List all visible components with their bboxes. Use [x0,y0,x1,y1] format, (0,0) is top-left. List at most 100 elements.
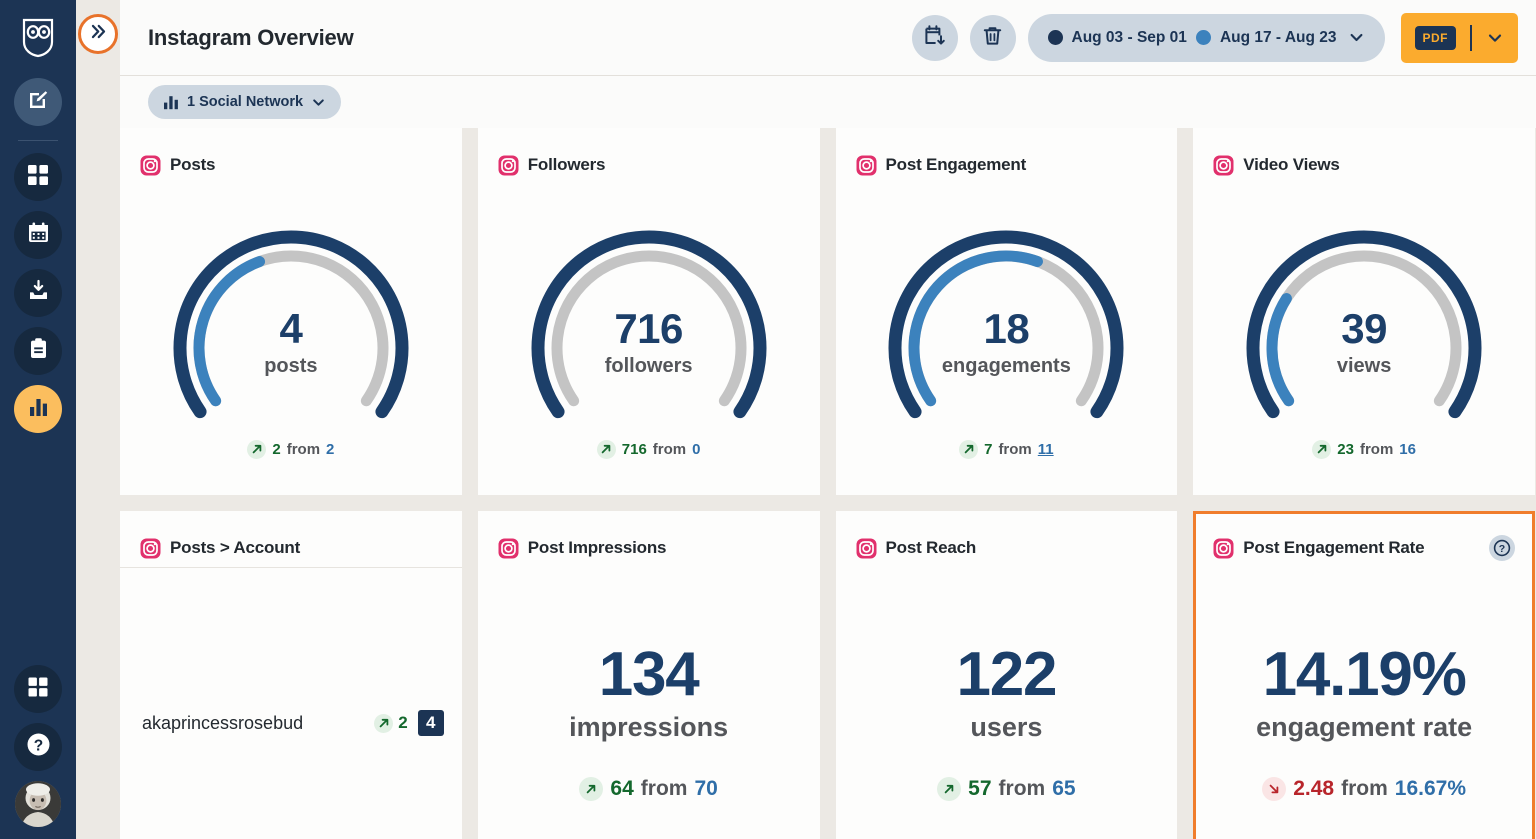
delta-from-label: from [653,441,686,458]
export-dropdown-chevron-down-icon[interactable] [1486,29,1504,47]
inbox-download-icon [27,279,50,307]
card-title: Post Engagement Rate [1243,538,1424,558]
analytics-dashboard: ? [0,0,1536,839]
card-header: Post Engagement Rate? [1193,511,1535,567]
metric-delta: 23from16 [1312,440,1416,459]
sidebar-item-streams[interactable] [14,153,62,201]
calendar-icon [27,221,50,249]
card-title: Posts > Account [170,538,300,558]
question-mark-icon: ? [26,732,51,762]
trend-down-icon [1262,777,1286,801]
card-title: Post Impressions [528,538,667,558]
metric-card-video-views[interactable]: Video Views 39views 23from16 [1193,128,1535,495]
metric-value: 134 [599,644,699,706]
metric-card-post-reach[interactable]: Post Reach122users57from65 [836,511,1178,839]
delta-change-value: 2 [272,441,280,458]
comparison-date-range: Aug 17 - Aug 23 [1220,29,1337,47]
instagram-icon [856,538,877,559]
metrics-grid-scroll[interactable]: Posts4posts2from2Followers716followers71… [120,128,1536,839]
list-item[interactable]: akaprincessrosebud 24 [142,710,444,736]
sidebar-item-inbox[interactable] [14,269,62,317]
pdf-label: PDF [1415,26,1457,50]
metric-card-posts[interactable]: Posts 4posts 2from2 [120,128,462,495]
delta-change-value: 716 [622,441,647,458]
metric-unit: impressions [569,712,728,743]
metric-card-post-engagement[interactable]: Post Engagement18engagements7from11 [836,128,1178,495]
sidebar-item-apps[interactable] [14,665,62,713]
dashboard-header: Instagram Overview [120,0,1536,76]
delta-previous-value: 70 [694,777,717,801]
card-title: Post Engagement [886,155,1027,175]
hootsuite-owl-logo[interactable] [0,0,76,76]
metric-value: 122 [956,644,1056,706]
account-name: akaprincessrosebud [142,713,364,734]
date-range-selector[interactable]: Aug 03 - Sep 01 Aug 17 - Aug 23 [1028,14,1385,62]
rail-edge-strip [76,0,120,839]
metric-card-followers[interactable]: Followers716followers716from0 [478,128,820,495]
card-header: Post Impressions [478,511,820,567]
svg-text:?: ? [33,737,42,754]
delta-previous-value: 65 [1052,777,1075,801]
account-delta: 2 [374,713,407,733]
metric-card-posts-account[interactable]: Posts > Account akaprincessrosebud 24 [120,511,462,839]
metric-delta: 2.48from16.67% [1262,777,1466,801]
delta-change-value: 2 [398,713,407,733]
gauge-chart: 39views [1219,215,1509,430]
card-body: 18engagements7from11 [836,184,1178,495]
card-header: Video Views [1193,128,1535,184]
card-title: Posts [170,155,215,175]
card-body: 716followers716from0 [478,184,820,495]
svg-text:?: ? [1499,543,1505,555]
trend-up-icon [937,777,961,801]
export-pdf-button[interactable]: PDF [1401,13,1519,63]
instagram-icon [140,155,161,176]
sidebar-item-compose[interactable] [14,78,62,126]
metric-delta: 64from70 [579,777,717,801]
sidebar-item-planner[interactable] [14,211,62,259]
instagram-icon [1213,155,1234,176]
question-circle-icon[interactable]: ? [1489,535,1515,561]
metric-card-post-engagement-rate[interactable]: Post Engagement Rate?14.19%engagement ra… [1193,511,1535,839]
trend-up-icon [374,714,393,733]
primary-navigation-rail: ? [0,0,76,839]
calendar-export-icon [924,24,946,51]
delta-from-label: from [1360,441,1393,458]
delta-from-label: from [1341,777,1388,801]
user-avatar[interactable] [15,781,61,827]
social-network-filter-label: 1 Social Network [187,94,303,110]
bar-chart-icon [28,396,49,422]
card-header: Posts [120,128,462,184]
trend-up-icon [597,440,616,459]
metric-delta: 57from65 [937,777,1075,801]
trend-up-icon [959,440,978,459]
card-header: Post Reach [836,511,1178,567]
card-body: akaprincessrosebud 24 [120,568,462,839]
metric-delta: 716from0 [597,440,701,459]
delta-previous-value: 16.67% [1395,777,1466,801]
schedule-report-button[interactable] [912,15,958,61]
card-body: 4posts 2from2 [120,184,462,495]
card-header: Followers [478,128,820,184]
primary-range-dot [1048,30,1063,45]
delta-previous-value[interactable]: 11 [1038,441,1054,458]
gauge-chart: 4posts [146,215,436,430]
social-network-filter[interactable]: 1 Social Network [148,85,341,119]
trend-up-icon [247,440,266,459]
instagram-icon [498,538,519,559]
metric-value: 14.19% [1263,644,1466,706]
account-total-badge: 4 [418,710,444,736]
metric-card-post-impressions[interactable]: Post Impressions 134 impressions 64from70 [478,511,820,839]
sidebar-item-help[interactable]: ? [14,723,62,771]
metric-delta: 2from2 [247,440,334,459]
delta-from-label: from [641,777,688,801]
instagram-icon [140,538,161,559]
main-content: Instagram Overview [120,0,1536,839]
trend-up-icon [1312,440,1331,459]
sidebar-collapse-toggle[interactable] [78,14,118,54]
delete-report-button[interactable] [970,15,1016,61]
card-body: 134 impressions 64from70 [478,567,820,839]
sidebar-item-analytics[interactable] [14,385,62,433]
instagram-icon [498,155,519,176]
sidebar-item-content[interactable] [14,327,62,375]
delta-from-label: from [998,441,1031,458]
